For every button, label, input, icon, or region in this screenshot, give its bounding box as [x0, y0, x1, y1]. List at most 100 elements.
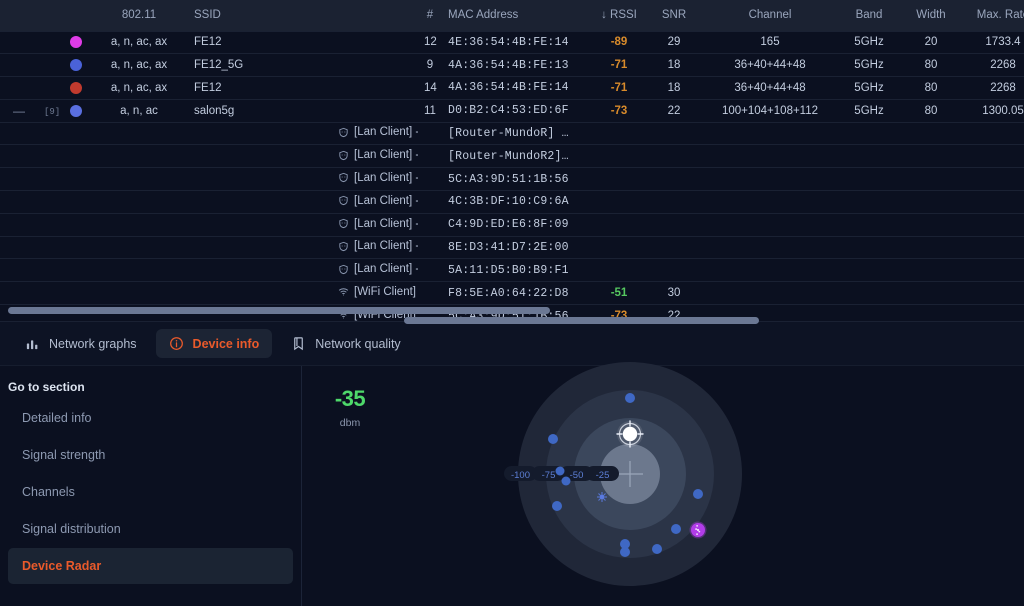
column-header-ssid[interactable]: SSID — [188, 0, 418, 31]
radar-device-dot[interactable] — [562, 477, 571, 486]
cell-ssid: [Lan Client] - 192.168.0.32 — [188, 213, 418, 236]
table-row[interactable]: [Lan Client] - 192.168.0.1[Router-MundoR… — [0, 122, 1024, 145]
cell-std — [90, 213, 188, 236]
tab-network-quality[interactable]: Network quality — [278, 329, 413, 358]
row-expander-cell — [0, 168, 38, 191]
table-horizontal-scrollbar[interactable] — [0, 307, 1024, 316]
client-label: [Lan Client] - 192.168.0.25 — [338, 172, 418, 184]
cell-snr: 22 — [646, 99, 702, 122]
radar-device-dot[interactable] — [548, 434, 558, 444]
table-body: a, n, ac, axFE12124E:36:54:4B:FE:14-8929… — [0, 31, 1024, 327]
row-expander-cell — [0, 191, 38, 214]
sidebar-item-signal-strength[interactable]: Signal strength — [8, 437, 293, 473]
cell-rssi — [592, 213, 646, 236]
radar-device-dot[interactable] — [690, 522, 707, 539]
tab-device-info[interactable]: Device info — [156, 329, 273, 358]
cell-std — [90, 282, 188, 305]
radar-device-dot[interactable] — [652, 544, 662, 554]
client-label: [WiFi Client] — [338, 286, 416, 298]
device-color-dot — [70, 59, 82, 71]
cell-max-rate — [962, 191, 1024, 214]
sidebar-item-signal-distribution[interactable]: Signal distribution — [8, 511, 293, 547]
column-header-cnt[interactable] — [38, 0, 62, 31]
radar-device-dot[interactable] — [620, 547, 630, 557]
scrollbar-thumb[interactable] — [8, 307, 550, 314]
client-label: [Lan Client] - 192.168.0.10 — [338, 149, 418, 161]
tab-label: Device info — [193, 337, 260, 351]
column-header-rssi[interactable]: ↓ RSSI — [592, 0, 646, 31]
device-color-dot-cell — [62, 99, 90, 122]
row-expander-cell[interactable]: — — [0, 99, 38, 122]
client-label-text: [Lan Client] - 192.168.0.32 — [354, 218, 418, 230]
column-header-width[interactable]: Width — [900, 0, 962, 31]
column-header-band[interactable]: Band — [838, 0, 900, 31]
device-color-dot-cell — [62, 31, 90, 54]
table-row[interactable]: —[9]a, n, acsalon5g11D0:B2:C4:53:ED:6F-7… — [0, 99, 1024, 122]
sidebar-item-channels[interactable]: Channels — [8, 474, 293, 510]
collapse-toggle-icon[interactable]: — — [13, 104, 25, 118]
tab-label: Network quality — [315, 337, 400, 351]
table-row[interactable]: a, n, ac, axFE12_5G94A:36:54:4B:FE:13-71… — [0, 54, 1024, 77]
cell-snr: 18 — [646, 54, 702, 77]
device-color-dot-cell — [62, 145, 90, 168]
radar-svg: -100-75-50-25 — [502, 362, 742, 602]
table-row[interactable]: a, n, ac, axFE12124E:36:54:4B:FE:14-8929… — [0, 31, 1024, 54]
cell-snr — [646, 145, 702, 168]
radar-device-dot[interactable] — [671, 524, 681, 534]
table-row[interactable]: a, n, ac, axFE12144A:36:54:4B:FE:14-7118… — [0, 77, 1024, 100]
cell-mac-address: F8:5E:A0:64:22:D8 — [442, 282, 592, 305]
column-header-snr[interactable]: SNR — [646, 0, 702, 31]
cell-channel: 36+40+44+48 — [702, 54, 838, 77]
table-row[interactable]: [Lan Client] - 192.168.0.32C4:9D:ED:E6:8… — [0, 213, 1024, 236]
radar-device-dot[interactable] — [693, 489, 703, 499]
table-row[interactable]: [WiFi Client]F8:5E:A0:64:22:D8-5130 — [0, 282, 1024, 305]
column-header-num[interactable]: # — [418, 0, 442, 31]
goto-section-title: Go to section — [0, 380, 301, 400]
cell-max-rate — [962, 213, 1024, 236]
page-horizontal-scrollbar[interactable] — [0, 317, 1024, 326]
child-count-cell — [38, 31, 62, 54]
cell-number — [418, 282, 442, 305]
row-expander-cell — [0, 31, 38, 54]
column-header-chan[interactable]: Channel — [702, 0, 838, 31]
rssi-value: -89 — [611, 36, 628, 48]
rssi-value: -71 — [611, 59, 628, 71]
sidebar-item-device-radar[interactable]: Device Radar — [8, 548, 293, 584]
cell-snr — [646, 168, 702, 191]
cell-max-rate — [962, 236, 1024, 259]
table-row[interactable]: [Lan Client] - 192.168.0.10[Router-Mundo… — [0, 145, 1024, 168]
child-count-cell: [9] — [38, 99, 62, 122]
scrollbar-thumb-secondary[interactable] — [404, 317, 759, 324]
cell-max-rate: 1300.05 — [962, 99, 1024, 122]
column-header-exp[interactable] — [0, 0, 38, 31]
sidebar-item-detailed-info[interactable]: Detailed info — [8, 400, 293, 436]
radar-chart[interactable]: -100-75-50-25 — [502, 362, 742, 602]
cell-band — [838, 236, 900, 259]
tab-network-graphs[interactable]: Network graphs — [12, 329, 150, 358]
radar-device-dot[interactable] — [625, 393, 635, 403]
radar-device-dot[interactable] — [597, 492, 607, 502]
cell-mac-address: D0:B2:C4:53:ED:6F — [442, 99, 592, 122]
row-expander-cell — [0, 236, 38, 259]
radar-selected-device-marker[interactable] — [617, 421, 643, 447]
client-label-text: [Lan Client] - 192.168.0.25 — [354, 172, 418, 184]
radar-device-dot[interactable] — [556, 467, 565, 476]
column-header-std[interactable]: 802.11 — [90, 0, 188, 31]
cell-band — [838, 259, 900, 282]
marker-core — [623, 427, 637, 441]
column-header-rate[interactable]: Max. Rate — [962, 0, 1024, 31]
cell-ssid: [Lan Client] - 192.168.0.25 — [188, 168, 418, 191]
table-row[interactable]: [Lan Client] - 192.168.0.255C:A3:9D:51:1… — [0, 168, 1024, 191]
wifi-icon — [338, 286, 349, 297]
column-header-dot[interactable] — [62, 0, 90, 31]
cell-snr — [646, 122, 702, 145]
device-info-content: Go to section Detailed infoSignal streng… — [0, 366, 1024, 606]
table-row[interactable]: [Lan Client] - 192.168.0.358E:D3:41:D7:2… — [0, 236, 1024, 259]
table-row[interactable]: [Lan Client] - 192.168.0.284C:3B:DF:10:C… — [0, 191, 1024, 214]
column-header-mac[interactable]: MAC Address — [442, 0, 592, 31]
radar-device-dot[interactable] — [552, 501, 562, 511]
cell-ssid: FE12 — [188, 77, 418, 100]
table-row[interactable]: [Lan Client] - 192.168.0.385A:11:D5:B0:B… — [0, 259, 1024, 282]
cell-max-rate: 1733.4 — [962, 31, 1024, 54]
device-radar-panel: -35 dbm -100-75-50-25 — [302, 366, 1024, 606]
